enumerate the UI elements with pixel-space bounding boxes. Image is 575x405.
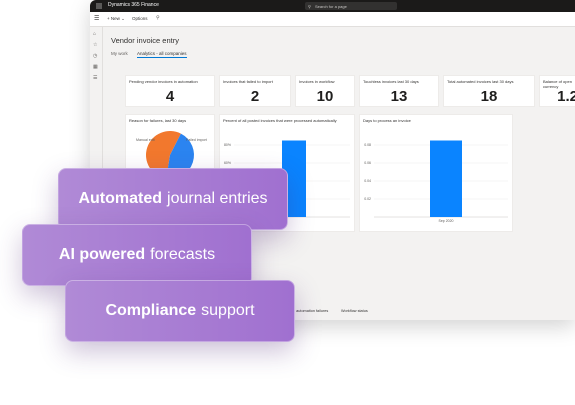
panel-title: Days to process an invoice xyxy=(363,118,411,123)
workspaces-icon[interactable]: ▦ xyxy=(93,64,98,70)
tab-automation-failures[interactable]: n automation failures xyxy=(293,309,328,313)
favorites-star-icon[interactable]: ☆ xyxy=(93,42,97,48)
tile-balance-open-currency[interactable]: Balance of open currency 1.2 xyxy=(539,75,575,107)
command-search-icon[interactable]: ⚲ xyxy=(156,15,160,21)
tile-value: 2 xyxy=(250,88,260,105)
callout-bold-text: AI powered xyxy=(58,246,146,263)
search-placeholder: Search for a page xyxy=(315,3,347,9)
search-icon: ⚲ xyxy=(308,3,311,9)
top-bar: Dynamics 365 Finance ⚲ Search for a page xyxy=(90,0,575,12)
tile-label: Pending vendor invoices in automation xyxy=(129,79,198,84)
x-tick-label: Sep 2020 xyxy=(439,219,454,223)
app-name: Dynamics 365 Finance xyxy=(108,2,159,8)
callout-bold-text: Compliance xyxy=(105,302,197,319)
tab-my-work[interactable]: My work xyxy=(111,51,128,56)
tab-analytics-all-companies[interactable]: Analytics - all companies xyxy=(137,51,187,58)
tile-value: 4 xyxy=(165,88,175,105)
tile-touchless-invoices[interactable]: Touchless invoices last 30 days 13 xyxy=(359,75,439,107)
new-button[interactable]: + New ⌄ xyxy=(107,16,125,22)
y-tick-label: 0.04 xyxy=(364,179,371,183)
callout-bold-text: Automated xyxy=(78,190,163,207)
tile-failed-imports[interactable]: Invoices that failed to import 2 xyxy=(219,75,291,107)
tile-label: Total automated invoices last 30 days xyxy=(447,79,514,84)
new-button-label: New xyxy=(110,16,120,21)
callout-automated-journal-entries: Automated journal entries xyxy=(58,168,288,230)
tile-value: 13 xyxy=(390,88,408,105)
recent-clock-icon[interactable]: ◷ xyxy=(93,53,97,59)
callout-compliance-support: Compliance support xyxy=(65,280,295,342)
pie-label: Manual edit xyxy=(136,138,155,142)
panel-days-to-process: Days to process an invoice 0.02 0.04 0.06 0… xyxy=(359,114,513,232)
panel-title: Reason for failures, last 30 days xyxy=(129,118,187,123)
tile-invoices-in-workflow[interactable]: Invoices in workflow 10 xyxy=(295,75,355,107)
tile-label: Touchless invoices last 30 days xyxy=(363,79,419,84)
tile-pending-vendor-invoices[interactable]: Pending vendor invoices in automation 4 xyxy=(125,75,215,107)
tile-label: Invoices in workflow xyxy=(299,79,335,84)
tile-value: 10 xyxy=(316,88,334,105)
global-search-box[interactable]: ⚲ Search for a page xyxy=(305,2,397,10)
home-icon[interactable]: ⌂ xyxy=(93,31,96,37)
y-tick-label: 80% xyxy=(224,143,231,147)
tile-value: 18 xyxy=(480,88,498,105)
days-to-process-bar-chart: 0.02 0.04 0.06 0.08 Sep 2020 xyxy=(364,140,508,223)
tile-value: 1.2 xyxy=(557,88,575,105)
app-launcher-icon[interactable] xyxy=(96,3,102,9)
y-tick-label: 0.06 xyxy=(364,161,371,165)
callout-text: forecasts xyxy=(150,246,216,263)
panel-title: Percent of all posted invoices that were… xyxy=(223,118,337,123)
tab-workflow-status[interactable]: Workflow status xyxy=(341,309,368,313)
y-tick-label: 0.08 xyxy=(364,143,371,147)
y-tick-label: 60% xyxy=(224,161,231,165)
callout-ai-powered-forecasts: AI powered forecasts xyxy=(22,224,252,286)
command-bar: ☰ + New ⌄ Options ⚲ xyxy=(90,12,575,27)
bar[interactable] xyxy=(430,140,462,218)
y-tick-label: 0.02 xyxy=(364,197,371,201)
hamburger-menu-icon[interactable]: ☰ xyxy=(94,15,99,22)
tile-total-automated-invoices[interactable]: Total automated invoices last 30 days 18 xyxy=(443,75,535,107)
callout-text: journal entries xyxy=(167,190,268,207)
callout-text: support xyxy=(201,302,255,319)
options-button[interactable]: Options xyxy=(132,16,148,21)
page-title: Vendor invoice entry xyxy=(111,36,179,45)
pie-label: Failed import xyxy=(186,138,207,142)
tile-label: Invoices that failed to import xyxy=(223,79,273,84)
modules-list-icon[interactable]: ☰ xyxy=(93,75,97,81)
